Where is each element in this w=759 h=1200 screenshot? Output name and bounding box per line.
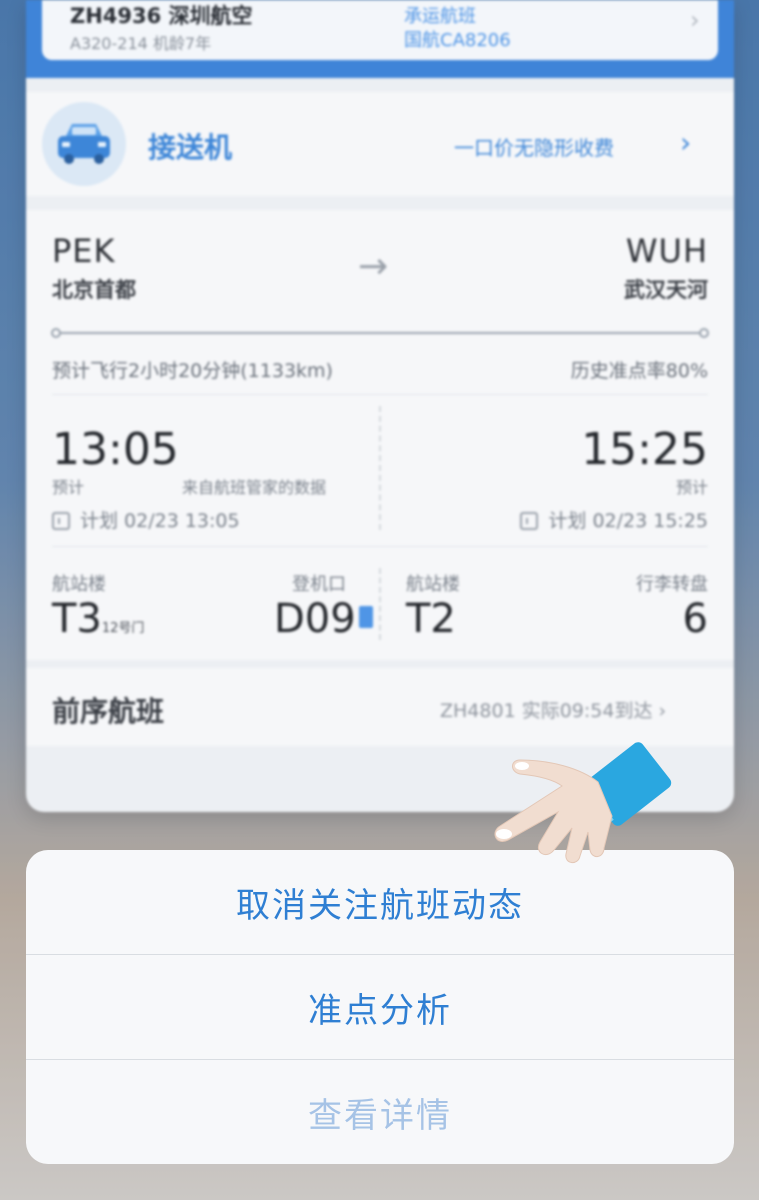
carrier-flight: 国航CA8206 (404, 30, 511, 51)
destination-city: 武汉天河 (624, 278, 708, 302)
flight-header: ZH4936 深圳航空 A320-214 机龄7年 承运航班 国航CA8206 … (26, 0, 734, 78)
pickup-promo: 一口价无隐形收费 (454, 136, 614, 160)
departure-estimate-label: 预计 (52, 478, 85, 497)
departure-plan: 计划 02/23 13:05 (52, 506, 240, 533)
flight-number: ZH4936 深圳航空 (70, 4, 253, 28)
baggage-carousel-label: 行李转盘 (636, 574, 708, 595)
origin-city: 北京首都 (52, 278, 136, 302)
pickup-title: 接送机 (148, 131, 233, 164)
view-details-button[interactable]: 查看详情 (26, 1060, 734, 1164)
arrival-terminal: T2 (406, 596, 456, 642)
gate-label: 登机口 (292, 574, 346, 595)
departure-terminal-label: 航站楼 (52, 574, 106, 595)
route-progress-track (56, 332, 704, 334)
arrival-time: 15:25 (581, 424, 708, 475)
destination-code: WUH (625, 232, 708, 270)
ontime-analysis-button[interactable]: 准点分析 (26, 955, 734, 1059)
divider (379, 406, 381, 530)
origin-dot (51, 328, 61, 338)
departure-time: 13:05 (52, 424, 179, 475)
departure-terminal-value: T3 (52, 596, 102, 642)
divider (52, 394, 708, 395)
gate-value: D09 (274, 596, 356, 642)
previous-flight-title: 前序航班 (52, 695, 165, 728)
calendar-icon (520, 512, 539, 530)
previous-flight-info: ZH4801 实际09:54到达 › (440, 700, 667, 722)
origin-code: PEK (52, 232, 116, 270)
pointing-hand-icon (494, 742, 672, 863)
baggage-carousel: 6 (682, 596, 708, 642)
arrival-estimate-label: 预计 (675, 478, 708, 497)
gate: D09 (274, 596, 373, 642)
arrival-plan-text: 计划 02/23 15:25 (548, 510, 708, 532)
flight-header-panel[interactable]: ZH4936 深圳航空 A320-214 机龄7年 承运航班 国航CA8206 … (42, 0, 718, 60)
gate-map-icon[interactable] (358, 606, 373, 628)
divider (379, 568, 381, 640)
aircraft-model: A320-214 机龄7年 (70, 34, 212, 53)
pickup-service-row[interactable]: 接送机 一口价无隐形收费 › (26, 92, 734, 196)
destination-dot (699, 328, 709, 338)
arrow-right-icon: → (358, 246, 389, 287)
flight-card: ZH4936 深圳航空 A320-214 机龄7年 承运航班 国航CA8206 … (26, 0, 734, 812)
route-section: PEK 北京首都 → WUH 武汉天河 预计飞行2小时20分钟(1133km) … (26, 210, 734, 660)
flight-duration: 预计飞行2小时20分钟(1133km) (52, 360, 333, 382)
departure-terminal-door: 12号门 (101, 621, 145, 636)
data-source-note: 来自航班管家的数据 (182, 478, 327, 497)
calendar-icon (52, 512, 70, 530)
carrier-label: 承运航班 (404, 6, 476, 27)
departure-plan-text: 计划 02/23 13:05 (80, 510, 240, 532)
divider (52, 546, 708, 547)
ontime-rate: 历史准点率80% (570, 360, 708, 382)
action-sheet: 取消关注航班动态 准点分析 查看详情 (26, 850, 734, 1164)
departure-terminal: T312号门 (52, 596, 144, 642)
chevron-right-icon: › (690, 6, 700, 34)
arrival-terminal-label: 航站楼 (406, 574, 460, 595)
arrival-plan: 计划 02/23 15:25 (520, 506, 708, 533)
chevron-right-icon: › (680, 126, 692, 159)
previous-flight-text: ZH4801 实际09:54到达 (440, 700, 653, 722)
car-icon (42, 102, 126, 186)
